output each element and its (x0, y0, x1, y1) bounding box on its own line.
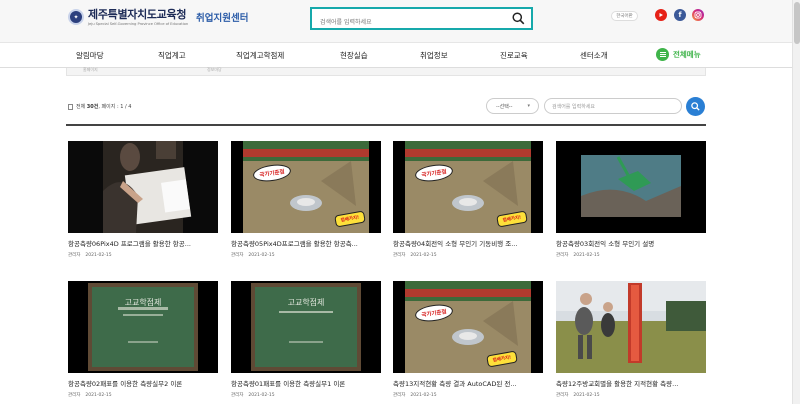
page-value: 1 / 4 (120, 103, 132, 110)
nav-item-notice[interactable]: 알림마당 (76, 50, 104, 61)
card-meta: 관리자 2021-02-15 (68, 252, 218, 258)
emblem-icon: ✦ (68, 9, 84, 25)
board-title: 고교학점제 (124, 298, 162, 307)
card-date: 2021-02-15 (85, 253, 112, 258)
card-author: 관리자 (393, 393, 406, 398)
card-author: 관리자 (393, 253, 406, 258)
nav-item-vocational-high[interactable]: 직업계고 (158, 50, 186, 61)
card-author: 관리자 (68, 393, 81, 398)
card-meta: 관리자 2021-02-15 (393, 392, 543, 398)
card-date: 2021-02-15 (248, 253, 275, 258)
card-meta: 관리자 2021-02-15 (393, 252, 543, 258)
video-card[interactable]: 고교학점제 항공측량02패표를 이용한 측량실무2 이론 관리자 2021-02-… (68, 281, 218, 398)
video-card[interactable]: 국가기준점 접배가지! 항공측량04회전익 소형 무인기 기동비행 조... 관… (393, 141, 543, 258)
card-date: 2021-02-15 (410, 393, 437, 398)
scrollbar-thumb[interactable] (794, 2, 800, 44)
video-thumbnail[interactable]: 국가기준점 접배가지! (393, 281, 543, 373)
site-name[interactable]: 취업지원센터 (196, 10, 248, 24)
card-author: 관리자 (68, 253, 81, 258)
card-meta: 관리자 2021-02-15 (556, 392, 706, 398)
document-icon (68, 103, 73, 110)
list-search-button[interactable] (686, 97, 705, 116)
card-date: 2021-02-15 (410, 253, 437, 258)
card-date: 2021-02-15 (573, 393, 600, 398)
main-nav: 알림마당 직업계고 직업계고학점제 현장실습 취업정보 진로교육 센터소개 전체… (0, 44, 800, 68)
video-card[interactable]: 국가기준점 접배가지! 측량13지적현황 측량 결과 AutoCAD된 전...… (393, 281, 543, 398)
all-menu-button[interactable]: 전체메뉴 (656, 48, 701, 61)
card-date: 2021-02-15 (573, 253, 600, 258)
video-card[interactable]: 고교학점제 항공측량01패표를 이용한 측량실무1 이론 관리자 2021-02-… (231, 281, 381, 398)
facebook-icon[interactable]: f (674, 9, 686, 21)
breadcrumb-section[interactable]: 정보마당 (207, 67, 222, 73)
card-meta: 관리자 2021-02-15 (556, 252, 706, 258)
page-label: 페이지 (101, 104, 116, 110)
instagram-icon[interactable] (692, 9, 704, 21)
video-card[interactable]: 측량12주방교회별을 활용한 지적현황 측량... 관리자 2021-02-15 (556, 281, 706, 398)
nav-item-field-practice[interactable]: 현장실습 (340, 50, 368, 61)
card-title[interactable]: 항공측량02패표를 이용한 측량실무2 이론 (68, 378, 218, 388)
card-title[interactable]: 항공측량06Pix4D 프로그램을 활용한 항공... (68, 238, 218, 248)
card-author: 관리자 (231, 393, 244, 398)
card-title[interactable]: 측량13지적현황 측량 결과 AutoCAD된 전... (393, 378, 543, 388)
video-thumbnail[interactable]: 국가기준점 접배가지! (231, 141, 381, 233)
nav-item-job-info[interactable]: 취업정보 (420, 50, 448, 61)
card-date: 2021-02-15 (248, 393, 275, 398)
search-icon (691, 102, 700, 111)
nav-item-credit-system[interactable]: 직업계고학점제 (236, 50, 284, 61)
site-header: ✦ 제주특별자치도교육청 Jeju Special Self-Governing… (0, 0, 800, 43)
hamburger-icon (656, 48, 669, 61)
video-thumbnail[interactable]: 고교학점제 (68, 281, 218, 373)
language-button[interactable]: 한국어판 (611, 11, 638, 21)
chevron-down-icon: ▾ (527, 103, 530, 109)
video-thumbnail[interactable] (556, 281, 706, 373)
youtube-icon[interactable] (655, 9, 667, 21)
category-select[interactable]: --선택-- ▾ (486, 98, 539, 114)
nav-item-career-edu[interactable]: 진로교육 (500, 50, 528, 61)
result-info: 전체 30건, 페이지 : 1 / 4 (68, 103, 131, 110)
video-card[interactable]: 국가기준점 접배가지! 항공측량05Pix4D프로그램을 활용한 항공측... … (231, 141, 381, 258)
card-title[interactable]: 항공측량01패표를 이용한 측량실무1 이론 (231, 378, 381, 388)
card-title[interactable]: 항공측량05Pix4D프로그램을 활용한 항공측... (231, 238, 381, 248)
card-title[interactable]: 항공측량04회전익 소형 무인기 기동비행 조... (393, 238, 543, 248)
top-search-box (310, 7, 533, 32)
video-thumbnail[interactable] (68, 141, 218, 233)
card-author: 관리자 (556, 253, 569, 258)
total-count: 30건 (86, 104, 99, 110)
list-search-input[interactable]: 검색어를 입력하세요 (544, 98, 682, 114)
card-meta: 관리자 2021-02-15 (231, 252, 381, 258)
video-thumbnail[interactable]: 고교학점제 (231, 281, 381, 373)
breadcrumb-home[interactable]: 홈페이지 (83, 67, 98, 73)
category-select-value: --선택-- (496, 103, 513, 110)
list-divider (66, 124, 706, 126)
page-scrollbar[interactable] (792, 0, 800, 404)
top-search-input[interactable] (312, 13, 502, 32)
card-date: 2021-02-15 (85, 393, 112, 398)
board-title: 고교학점제 (287, 298, 325, 307)
logo-title: 제주특별자치도교육청 (88, 8, 187, 21)
logo-subtitle: Jeju Special Self-Governing Province Off… (88, 21, 189, 26)
card-author: 관리자 (231, 253, 244, 258)
breadcrumb: 홈페이지 정보마당 (66, 67, 706, 76)
video-thumbnail[interactable] (556, 141, 706, 233)
office-logo[interactable]: ✦ 제주특별자치도교육청 Jeju Special Self-Governing… (68, 8, 188, 26)
card-meta: 관리자 2021-02-15 (68, 392, 218, 398)
all-menu-label: 전체메뉴 (673, 50, 701, 59)
card-title[interactable]: 측량12주방교회별을 활용한 지적현황 측량... (556, 378, 706, 388)
card-meta: 관리자 2021-02-15 (231, 392, 381, 398)
card-author: 관리자 (556, 393, 569, 398)
video-thumbnail[interactable]: 국가기준점 접배가지! (393, 141, 543, 233)
video-card[interactable]: 항공측량03회전익 소형 무인기 설명 관리자 2021-02-15 (556, 141, 706, 258)
nav-item-center-intro[interactable]: 센터소개 (580, 50, 608, 61)
card-title[interactable]: 항공측량03회전익 소형 무인기 설명 (556, 238, 706, 248)
total-label: 전체 (76, 104, 86, 110)
search-icon[interactable] (512, 12, 525, 25)
video-card[interactable]: 항공측량06Pix4D 프로그램을 활용한 항공... 관리자 2021-02-1… (68, 141, 218, 258)
